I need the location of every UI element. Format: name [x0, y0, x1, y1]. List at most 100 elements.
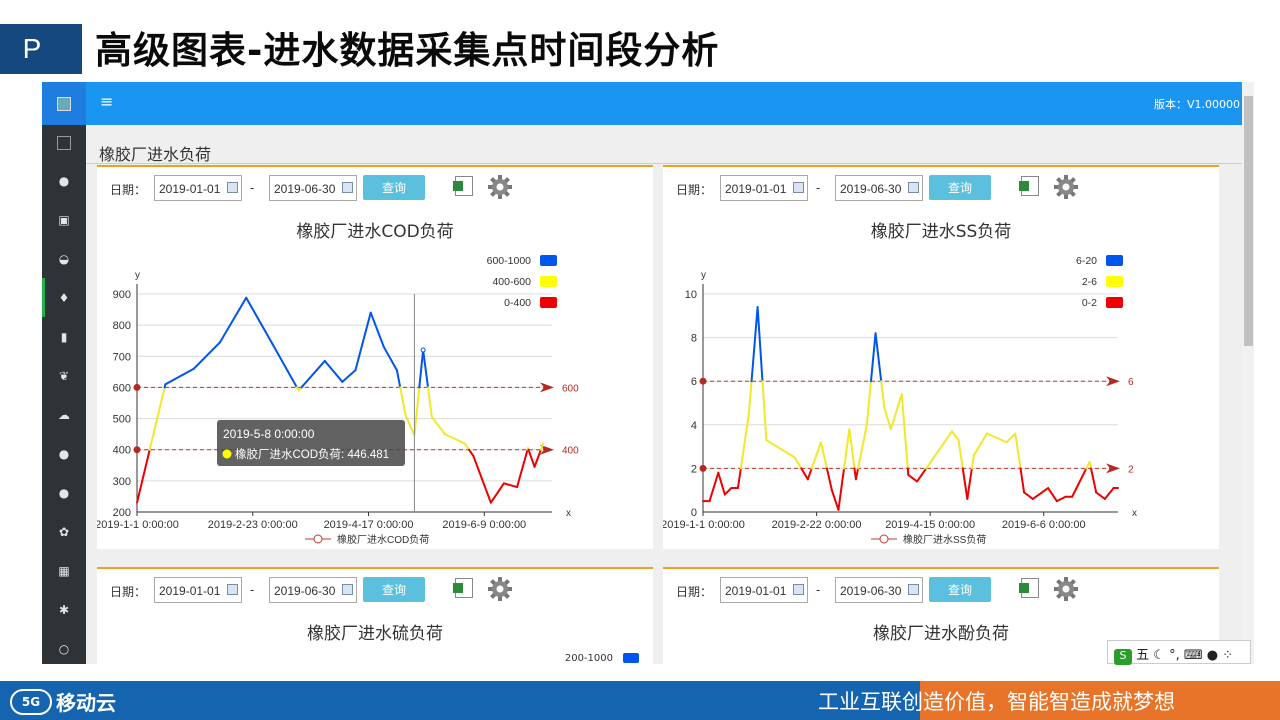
calendar-icon[interactable]: [908, 584, 919, 595]
series-line-segment: [765, 439, 796, 459]
tooltip-marker: [222, 449, 232, 459]
query-button[interactable]: 查询: [363, 577, 425, 602]
scrollbar-thumb[interactable]: [1244, 96, 1253, 346]
legend-swatch: [1106, 255, 1123, 266]
threshold-label: 600: [562, 383, 579, 394]
series-line-segment: [399, 386, 407, 417]
series-line-segment: [1019, 467, 1026, 494]
tooltip-title: 2019-5-8 0:00:00: [223, 427, 315, 441]
excel-export-icon[interactable]: [1019, 578, 1039, 598]
sidebar-item-cluster[interactable]: ✿: [42, 512, 86, 551]
y-tick-label: 8: [691, 333, 697, 345]
globe-icon: ●: [58, 173, 70, 188]
end-date-input[interactable]: 2019-06-30: [835, 577, 923, 603]
sidebar-item-leaf[interactable]: ❦: [42, 356, 86, 395]
series-legend-marker[interactable]: [879, 534, 889, 544]
x-tick-label: 2019-6-6 0:00:00: [1002, 519, 1086, 531]
app-logo[interactable]: [42, 82, 86, 125]
calendar-icon[interactable]: [793, 584, 804, 595]
series-line-segment: [422, 349, 430, 389]
y-tick-label: 200: [113, 507, 131, 519]
sidebar-item-globe[interactable]: ●: [42, 473, 86, 512]
series-line-segment: [1023, 491, 1034, 500]
sidebar-item-calendar-plus[interactable]: ▦: [42, 551, 86, 590]
sidebar-item-globe[interactable]: ●: [42, 434, 86, 473]
series-line-segment: [323, 359, 344, 383]
app-window: ● ▣ ◒ ♦ ▮ ❦ ☁ ● ● ✿ ▦ ✱ ○ ≡ 版本：V1.00000 橡胶厂进水负荷 日期： 2…: [42, 82, 1254, 664]
series-line-segment: [463, 442, 470, 451]
series-line-segment: [723, 487, 733, 496]
series-line-segment: [468, 448, 475, 457]
sogou-logo-icon: S: [1114, 649, 1132, 665]
series-line-segment: [502, 482, 519, 489]
chart-title: 橡胶厂进水硫负荷: [307, 624, 443, 644]
sidebar-item-bar-chart[interactable]: ▮: [42, 317, 86, 356]
ime-toolbar[interactable]: S 五 ☾ °, ⌨ ● ⁘: [1107, 640, 1251, 665]
series-line-segment: [1090, 467, 1098, 494]
settings-gear-icon[interactable]: [487, 576, 513, 602]
sidebar-item-water-drop[interactable]: ♦: [42, 278, 86, 317]
sidebar-item-globe[interactable]: ●: [42, 161, 86, 200]
bar-chart-icon: ▮: [60, 329, 68, 344]
series-line-segment: [739, 412, 750, 470]
threshold-marker: [699, 464, 707, 472]
date-separator: -: [816, 583, 821, 597]
legend-label: 600-1000: [487, 255, 532, 267]
series-legend-label[interactable]: 橡胶厂进水COD负荷: [337, 533, 429, 546]
series-line-segment: [443, 433, 466, 445]
excel-export-icon[interactable]: [453, 578, 473, 598]
y-tick-label: 0: [691, 507, 697, 519]
sidebar-item-bus[interactable]: ▣: [42, 200, 86, 239]
sidebar-item-circle[interactable]: ○: [42, 629, 86, 664]
menu-icon[interactable]: ≡: [100, 92, 113, 111]
series-legend-label[interactable]: 橡胶厂进水SS负荷: [903, 533, 986, 546]
y-tick-label: 600: [113, 382, 131, 394]
series-line-segment: [880, 380, 886, 409]
query-button[interactable]: 查询: [929, 577, 991, 602]
globe-icon: ●: [58, 485, 70, 500]
chart-panel: 日期： 2019-01-01-2019-06-30 查询 橡胶厂进水COD负荷 200 3…: [97, 165, 653, 549]
legend-swatch: [1106, 297, 1123, 308]
start-date-input[interactable]: 2019-01-01: [154, 577, 242, 603]
legend-label: 0-2: [1082, 297, 1097, 309]
series-line-segment: [747, 380, 753, 415]
tooltip: 2019-5-8 0:00:00 橡胶厂进水COD负荷: 446.481: [217, 420, 405, 466]
sidebar-item-gears[interactable]: ✱: [42, 590, 86, 629]
legend-swatch: [1106, 276, 1123, 287]
vertical-scrollbar[interactable]: [1242, 82, 1254, 664]
end-date-input[interactable]: 2019-06-30: [269, 577, 357, 603]
series-legend-marker[interactable]: [313, 534, 323, 544]
section-title: 橡胶厂进水负荷: [99, 145, 212, 164]
series-line-segment: [395, 369, 402, 389]
series-line-segment: [382, 345, 398, 372]
series-line-segment: [369, 311, 385, 348]
footer-bar-left: [0, 681, 920, 720]
series-line-segment: [830, 489, 840, 511]
series-line-segment: [854, 467, 860, 481]
series-line-segment: [472, 454, 492, 504]
series-line-segment: [951, 430, 960, 442]
x-tick-label: 2019-2-22 0:00:00: [772, 519, 862, 531]
broken-image-icon: [57, 136, 71, 150]
y-tick-label: 500: [113, 414, 131, 426]
avatar[interactable]: [42, 125, 86, 161]
legend-swatch: [623, 653, 639, 663]
x-axis-label: x: [566, 508, 571, 519]
date-separator: -: [250, 583, 255, 597]
gears-icon: ✱: [58, 602, 70, 617]
calendar-icon[interactable]: [342, 584, 353, 595]
x-tick-label: 2019-6-9 0:00:00: [442, 519, 526, 531]
sidebar-item-dashboard[interactable]: ◒: [42, 239, 86, 278]
series-line-segment: [931, 430, 953, 461]
threshold-label: 2: [1128, 464, 1134, 475]
series-line-segment: [889, 393, 903, 431]
settings-gear-icon[interactable]: [1053, 576, 1079, 602]
data-point-marker[interactable]: [420, 347, 426, 353]
start-date-input[interactable]: 2019-01-01: [720, 577, 808, 603]
sidebar-item-cloud[interactable]: ☁: [42, 395, 86, 434]
legend-label: 2-6: [1082, 276, 1097, 288]
calendar-icon[interactable]: [227, 584, 238, 595]
calendar-plus-icon: ▦: [58, 563, 70, 578]
date-filter-bar: 日期： 2019-01-01 - 2019-06-30 查询: [663, 569, 1219, 609]
water-drop-icon: ♦: [58, 290, 70, 305]
